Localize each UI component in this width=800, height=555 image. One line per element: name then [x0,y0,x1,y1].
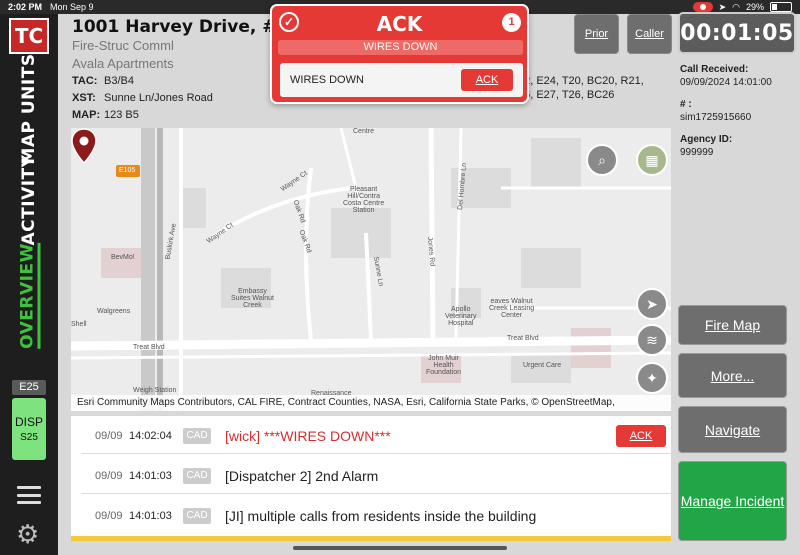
log-tag: CAD [183,508,211,524]
wifi-icon: ◠ [732,1,740,12]
ack-subtitle: WIRES DOWN [278,40,523,55]
log-time: 14:01:03 [129,469,172,482]
log-row: 09/09 14:01:03 CAD [Dispatcher 2] 2nd Al… [81,458,671,494]
ack-title: ACK [376,12,423,36]
log-time: 14:02:04 [129,429,172,442]
log-message: [wick] ***WIRES DOWN*** [225,427,391,444]
ack-alert-popup: ✓ ACK 1 WIRES DOWN WIRES DOWN ACK [270,4,529,104]
agency-id-value: 999999 [680,147,714,158]
map-label-urgent-care: Urgent Care [523,362,562,369]
map-label-john-muir: John Muir Health Foundation [426,355,462,376]
map-label-bart-station: Pleasant Hill/Contra Costa Centre Statio… [343,186,385,214]
map-label-apollo: Apollo Veterinary Hospital [445,306,477,327]
disp-status-button[interactable]: DISP S25 [12,398,46,460]
prior-button[interactable]: Prior [574,14,619,54]
basemap-icon[interactable]: ▦ [636,144,668,176]
event-log: 09/09 14:02:04 CAD [wick] ***WIRES DOWN*… [71,416,671,541]
ack-message-row: WIRES DOWN ACK [280,63,523,97]
cross-street-info: XST: Sunne Ln/Jones Road [72,92,213,104]
log-time: 14:01:03 [129,510,172,522]
navigate-button[interactable]: Navigate [678,406,787,453]
tab-overview[interactable]: OVERVIEW [17,243,41,349]
map-search-icon[interactable]: ⌕ [586,144,618,176]
map-attribution: Esri Community Maps Contributors, CAL FI… [71,395,671,411]
incident-map[interactable]: E105 Wayne Ct Wayne Ct Oak Rd Oak Rd Bus… [71,128,671,411]
map-label-centre: Centre [353,128,375,135]
manage-incident-button[interactable]: Manage Incident [678,461,787,541]
gear-icon[interactable]: ⚙ [16,521,39,547]
tac-info: TAC: B3/B4 [72,75,134,87]
ack-button[interactable]: ACK [461,69,513,91]
screen-record-icon [692,2,713,12]
log-tag: CAD [183,427,211,444]
map-label-leasing-center: eaves Walnut Creek Leasing Center [489,298,535,319]
caller-button[interactable]: Caller [627,14,672,54]
fire-map-button[interactable]: Fire Map [678,305,787,345]
sidebar: TC MAP UNITS ACTIVITY OVERVIEW E25 DISP … [0,14,58,555]
incident-timer: 00:01:05 [678,12,796,54]
map-label-walgreens: Walgreens [97,308,131,315]
clock: 2:02 PM [8,2,43,12]
assigned-units-line2: 26, E27, T26, BC26 [518,89,615,101]
battery-icon [770,2,792,12]
call-received-value: 09/09/2024 14:01:00 [680,77,772,88]
status-icons: ➤ ◠ 29% [692,1,792,13]
map-label-treat-blvd: Treat Blvd [507,335,539,342]
disp-label: DISP [14,415,43,429]
log-row: 09/09 14:02:04 CAD [wick] ***WIRES DOWN*… [81,418,671,454]
agency-id-label: Agency ID: [680,134,733,145]
battery-percent: 29% [745,2,764,12]
log-tag: CAD [183,467,211,484]
incident-number-label: # : [680,99,692,110]
incident-place: Avala Apartments [72,56,174,71]
ack-message: WIRES DOWN [290,74,364,86]
disp-unit: S25 [20,432,38,443]
log-ack-button[interactable]: ACK [616,424,666,447]
ack-count-badge: 1 [502,13,521,32]
map-label-weigh-station: Weigh Station [133,387,177,394]
layers-icon[interactable]: ≋ [636,324,668,356]
incident-type: Fire-Struc Comml [72,38,174,53]
map-label-bevmo: BevMo! [111,254,135,261]
menu-icon[interactable] [17,486,41,504]
locate-arrow-icon[interactable]: ➤ [636,288,668,320]
map-label-embassy: Embassy Suites Walnut Creek [231,288,274,309]
home-indicator[interactable] [293,546,507,550]
log-date: 09/09 [95,429,123,442]
map-page-info: MAP: 123 B5 [72,109,139,121]
assigned-units-line1: 22, E24, T20, BC20, R21, [518,75,644,87]
satellite-icon[interactable]: ✦ [636,362,668,394]
log-message: [JI] multiple calls from residents insid… [225,508,537,524]
map-label-treat-blvd: Treat Blvd [133,344,165,351]
log-date: 09/09 [95,469,123,482]
call-received-label: Call Received: [680,64,749,75]
app-logo: TC [9,18,49,54]
tab-map-units[interactable]: MAP UNITS [19,53,39,164]
log-row: 09/09 14:01:03 CAD [JI] multiple calls f… [81,498,671,534]
tab-activity[interactable]: ACTIVITY [19,155,39,246]
map-label-highway: E105 [119,167,136,174]
incident-location-pin-icon[interactable] [71,128,97,164]
unit-label: E25 [12,380,46,395]
map-base [71,128,671,411]
log-date: 09/09 [95,510,123,522]
more-button[interactable]: More... [678,353,787,398]
log-message: [Dispatcher 2] 2nd Alarm [225,467,379,484]
status-date: Mon Sep 9 [50,2,94,12]
incident-number-value: sim1725915660 [680,112,752,123]
map-label-shell: Shell [71,321,87,328]
location-icon: ➤ [718,1,727,12]
